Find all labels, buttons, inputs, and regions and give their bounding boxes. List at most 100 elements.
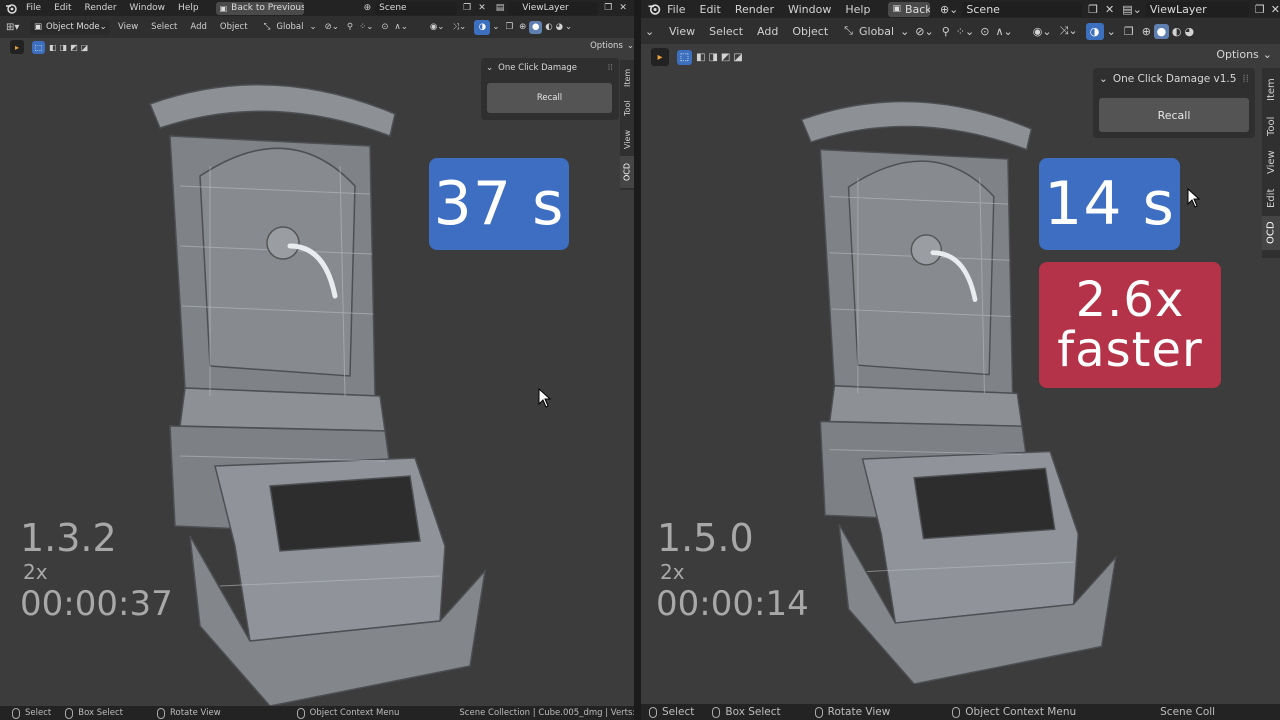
select-extend-icon[interactable]: ◧ xyxy=(49,43,57,52)
menu-help[interactable]: Help xyxy=(845,3,870,16)
header-menu-select[interactable]: Select xyxy=(151,22,177,32)
viewlayer-name: ViewLayer xyxy=(522,3,569,13)
header-menu-object[interactable]: Object xyxy=(792,25,828,38)
overlays-chevron-icon[interactable]: ⌄ xyxy=(492,22,499,32)
shading-chevron-icon[interactable]: ⌄ xyxy=(565,22,572,32)
menu-window[interactable]: Window xyxy=(130,3,166,13)
xray-icon[interactable]: ❐ xyxy=(1124,25,1134,38)
proportional-edit-icon[interactable]: ⊙ xyxy=(381,22,388,32)
overlays-icon[interactable]: ◑ xyxy=(1085,22,1104,40)
tab-ocd[interactable]: OCD xyxy=(1262,216,1280,250)
visibility-icon[interactable]: ◉⌄ xyxy=(430,22,445,32)
header-menu-select[interactable]: Select xyxy=(709,25,743,38)
close-viewlayer-icon[interactable]: ✕ xyxy=(1271,3,1280,16)
tab-view[interactable]: View xyxy=(1266,144,1277,180)
header-menu-view[interactable]: View xyxy=(669,25,695,38)
close-scene-icon[interactable]: ✕ xyxy=(478,3,486,13)
gizmo-icon[interactable]: ⤨⌄ xyxy=(452,22,466,32)
solid-shading-icon[interactable]: ● xyxy=(1153,23,1169,39)
transform-orientation-dropdown[interactable]: Global xyxy=(859,25,894,38)
menu-file[interactable]: File xyxy=(26,3,41,13)
drag-handle-icon[interactable]: ⁞⁞ xyxy=(608,63,613,73)
options-dropdown[interactable]: Options ⌄ xyxy=(1216,48,1272,61)
material-shading-icon[interactable]: ◐ xyxy=(1172,25,1182,38)
object-mode-dropdown[interactable]: ▣ Object Mode ⌄ xyxy=(30,19,110,35)
options-dropdown[interactable]: Options ⌄ xyxy=(590,41,634,51)
snap-icon[interactable]: ⚲ xyxy=(347,22,353,32)
tab-edit[interactable]: Edit xyxy=(1266,180,1277,216)
proportional-edit-icon[interactable]: ⊙ xyxy=(980,25,989,38)
scene-selector[interactable]: Scene xyxy=(375,1,458,15)
header-menu-add[interactable]: Add xyxy=(190,22,206,32)
material-shading-icon[interactable]: ◐ xyxy=(545,22,552,32)
header-menu-object[interactable]: Object xyxy=(220,22,248,32)
active-tool-icon[interactable]: ▸ xyxy=(651,48,669,66)
select-invert-icon[interactable]: ◩ xyxy=(721,52,730,63)
close-scene-icon[interactable]: ✕ xyxy=(1105,3,1114,16)
panel-header[interactable]: ⌄ One Click Damage v1.5 ⁞⁞ xyxy=(1093,68,1255,90)
menu-edit[interactable]: Edit xyxy=(54,3,71,13)
rendered-shading-icon[interactable]: ◕ xyxy=(556,22,563,32)
rendered-shading-icon[interactable]: ◕ xyxy=(1185,25,1195,38)
menu-file[interactable]: File xyxy=(667,3,685,16)
viewlayer-selector[interactable]: ViewLayer xyxy=(1145,1,1249,17)
tab-ocd[interactable]: OCD xyxy=(620,156,634,188)
copy-scene-icon[interactable]: ❐ xyxy=(463,3,471,13)
copy-viewlayer-icon[interactable]: ❐ xyxy=(604,3,612,13)
editor-type-chevron-icon[interactable]: ⌄ xyxy=(645,25,665,38)
3d-viewport[interactable]: ▸ ⬚ ◧ ◨ ◩ ◪ Options ⌄ xyxy=(641,44,1280,720)
active-tool-icon[interactable]: ▸ xyxy=(10,40,24,54)
recall-button[interactable]: Recall xyxy=(487,83,612,113)
select-intersect-icon[interactable]: ◪ xyxy=(81,43,89,52)
visibility-icon[interactable]: ◉⌄ xyxy=(1033,25,1052,38)
blender-logo-icon[interactable] xyxy=(641,3,667,15)
back-to-previous-button[interactable]: ▣ Back to Previous xyxy=(215,1,304,15)
falloff-icon[interactable]: ∧⌄ xyxy=(394,22,407,32)
snap-target-icon[interactable]: ⁘⌄ xyxy=(956,25,974,38)
select-invert-icon[interactable]: ◩ xyxy=(70,43,78,52)
falloff-icon[interactable]: ∧⌄ xyxy=(995,25,1012,38)
header-menu-view[interactable]: View xyxy=(118,22,138,32)
overlays-icon[interactable]: ◑ xyxy=(474,19,491,35)
menu-window[interactable]: Window xyxy=(788,3,831,16)
drag-handle-icon[interactable]: ⁞⁞ xyxy=(1242,73,1249,85)
copy-viewlayer-icon[interactable]: ❐ xyxy=(1255,3,1265,16)
select-subtract-icon[interactable]: ◨ xyxy=(60,43,68,52)
viewlayer-selector[interactable]: ViewLayer xyxy=(508,1,599,15)
scene-selector[interactable]: Scene xyxy=(962,1,1083,17)
select-extend-icon[interactable]: ◧ xyxy=(696,52,705,63)
gizmo-icon[interactable]: ⤨⌄ xyxy=(1060,24,1078,38)
tab-tool[interactable]: Tool xyxy=(1266,108,1277,144)
xray-icon[interactable]: ❐ xyxy=(505,22,513,32)
pivot-icon[interactable]: ⊘⌄ xyxy=(325,22,339,32)
wireframe-shading-icon[interactable]: ⊕ xyxy=(519,22,526,32)
select-intersect-icon[interactable]: ◪ xyxy=(733,52,742,63)
solid-shading-icon[interactable]: ● xyxy=(529,20,543,34)
snap-target-icon[interactable]: ⁘⌄ xyxy=(359,22,373,32)
back-button[interactable]: ▣ Back xyxy=(888,1,930,17)
tab-tool[interactable]: Tool xyxy=(623,92,632,124)
snap-icon[interactable]: ⚲ xyxy=(942,25,950,38)
transform-orientation-dropdown[interactable]: Global xyxy=(276,22,303,32)
tab-view[interactable]: View xyxy=(623,124,632,156)
panel-header[interactable]: ⌄ One Click Damage ⁞⁞ xyxy=(481,58,619,78)
header-menu-add[interactable]: Add xyxy=(757,25,778,38)
menu-help[interactable]: Help xyxy=(178,3,199,13)
3d-viewport[interactable]: ▸ ⬚ ◧ ◨ ◩ ◪ Options ⌄ xyxy=(0,38,634,720)
menu-render[interactable]: Render xyxy=(85,3,117,13)
copy-scene-icon[interactable]: ❐ xyxy=(1088,3,1098,16)
select-box-icon[interactable]: ⬚ xyxy=(677,49,692,65)
tab-item[interactable]: Item xyxy=(1266,72,1277,108)
close-viewlayer-icon[interactable]: ✕ xyxy=(619,3,627,13)
select-subtract-icon[interactable]: ◨ xyxy=(708,52,717,63)
tab-item[interactable]: Item xyxy=(623,64,632,92)
wireframe-shading-icon[interactable]: ⊕ xyxy=(1142,25,1151,38)
menu-edit[interactable]: Edit xyxy=(700,3,721,16)
editor-type-icon[interactable]: ⊞▾ xyxy=(6,22,30,33)
pivot-icon[interactable]: ⊘⌄ xyxy=(915,25,933,38)
menu-render[interactable]: Render xyxy=(735,3,774,16)
blender-logo-icon[interactable] xyxy=(0,3,22,14)
overlays-chevron-icon[interactable]: ⌄ xyxy=(1107,25,1116,38)
select-box-icon[interactable]: ⬚ xyxy=(32,40,45,54)
recall-button[interactable]: Recall xyxy=(1099,98,1249,132)
